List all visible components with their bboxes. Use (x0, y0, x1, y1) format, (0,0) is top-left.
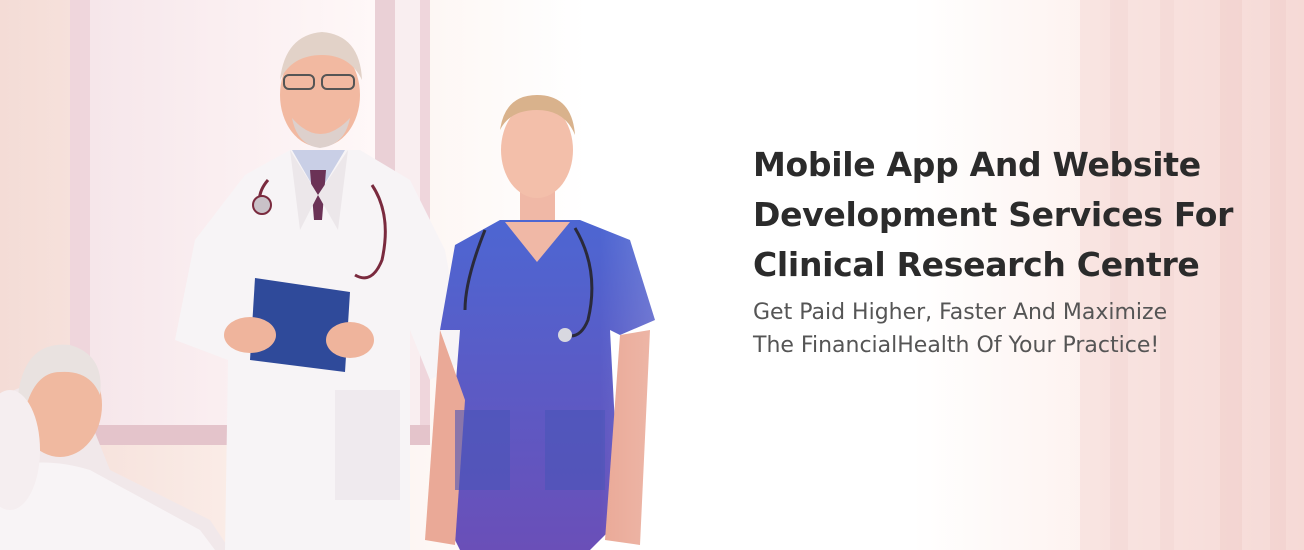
hero-title-line: Clinical Research Centre (753, 245, 1200, 284)
hero-subtitle-line: Get Paid Higher, Faster And Maximize (753, 300, 1168, 325)
hero-subtitle: Get Paid Higher, Faster And Maximize The… (753, 296, 1273, 362)
hero-subtitle-line: The FinancialHealth Of Your Practice! (753, 333, 1160, 358)
hero-text-block: Mobile App And Website Development Servi… (753, 140, 1273, 362)
hero-title-line: Development Services For (753, 195, 1234, 234)
hero-title-line: Mobile App And Website (753, 145, 1201, 184)
hero-banner: Mobile App And Website Development Servi… (0, 0, 1304, 550)
hero-title: Mobile App And Website Development Servi… (753, 140, 1273, 290)
